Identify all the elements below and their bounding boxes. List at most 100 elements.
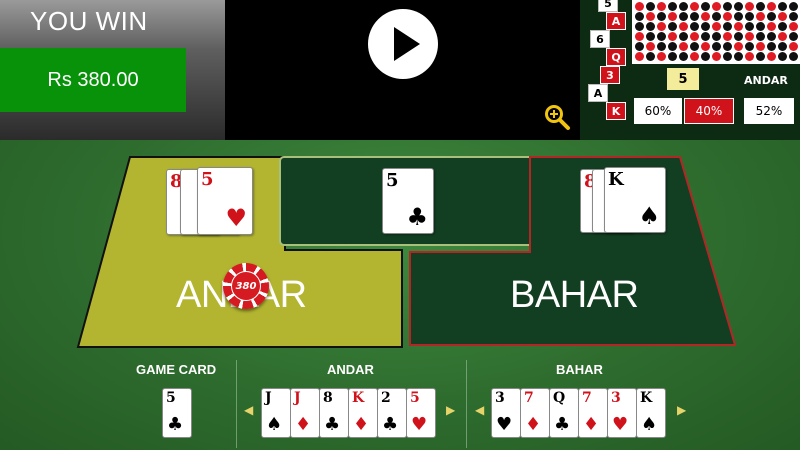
bead-dot	[789, 42, 798, 51]
bahar-percent: 40%	[684, 98, 734, 124]
bead-dot	[646, 12, 655, 21]
bead-dot	[789, 32, 798, 41]
bead-dot	[756, 42, 765, 51]
bead-dot	[734, 42, 743, 51]
bead-dot	[778, 42, 787, 51]
bead-dot	[789, 2, 798, 11]
bead-dot	[646, 32, 655, 41]
bead-dot	[690, 22, 699, 31]
bead-dot	[690, 42, 699, 51]
bead-dot	[756, 22, 765, 31]
bead-dot	[778, 32, 787, 41]
bead-dot	[690, 12, 699, 21]
bead-dot	[712, 2, 721, 11]
bead-dot	[690, 2, 699, 11]
bead-dot	[679, 22, 688, 31]
strip-card: 2 ♣	[377, 388, 407, 438]
bead-dot	[767, 12, 776, 21]
bead-dot	[646, 52, 655, 61]
bead-dot	[745, 2, 754, 11]
andar-scroll-right-icon[interactable]: ▶	[446, 403, 455, 417]
win-panel: YOU WIN Rs 380.00	[0, 0, 225, 140]
bet-chip: 380	[223, 263, 269, 309]
bead-dot	[767, 2, 776, 11]
bead-dot	[668, 12, 677, 21]
strip-card: 5 ♥	[406, 388, 436, 438]
bead-dot	[701, 22, 710, 31]
andar-percent: 60%	[634, 98, 682, 124]
history-card: 5	[598, 0, 618, 12]
bead-dot	[657, 12, 666, 21]
bead-dot	[745, 12, 754, 21]
bead-dot	[679, 42, 688, 51]
andar-stat-percent: 52%	[744, 98, 794, 124]
chip-value: 380	[231, 271, 261, 301]
bead-dot	[635, 22, 644, 31]
strip-card: 7 ♦	[578, 388, 608, 438]
history-card: Q	[606, 48, 626, 66]
bead-dot	[712, 42, 721, 51]
strip-card: J ♦	[290, 388, 320, 438]
bead-dot	[756, 2, 765, 11]
bead-dot	[701, 32, 710, 41]
bead-dot	[778, 52, 787, 61]
bead-dot	[679, 32, 688, 41]
bead-dot	[778, 2, 787, 11]
bead-dot	[734, 2, 743, 11]
bead-dot	[789, 52, 798, 61]
bead-dot	[789, 12, 798, 21]
bead-dot	[723, 2, 732, 11]
bead-dot	[789, 22, 798, 31]
win-title: YOU WIN	[30, 6, 148, 36]
bead-dot	[668, 32, 677, 41]
bead-dot	[635, 42, 644, 51]
bead-dot	[745, 52, 754, 61]
bahar-scroll-left-icon[interactable]: ◀	[475, 403, 484, 417]
bead-dot	[756, 52, 765, 61]
bead-dot	[635, 32, 644, 41]
bead-dot	[668, 22, 677, 31]
bead-dot	[635, 2, 644, 11]
bead-dot	[778, 22, 787, 31]
bead-dot	[723, 22, 732, 31]
game-card: 5 ♣	[382, 168, 434, 234]
bead-dot	[690, 52, 699, 61]
strip-card: K ♠	[636, 388, 666, 438]
play-icon[interactable]	[368, 9, 438, 79]
bead-dot	[756, 32, 765, 41]
bead-dot	[745, 42, 754, 51]
bead-dot	[679, 52, 688, 61]
history-card: A	[588, 84, 608, 102]
bead-dot	[745, 22, 754, 31]
zoom-in-icon[interactable]	[543, 103, 571, 131]
bead-dot	[712, 32, 721, 41]
bead-dot	[778, 12, 787, 21]
bead-dot	[734, 22, 743, 31]
bead-dot	[712, 12, 721, 21]
andar-header: ANDAR	[744, 74, 788, 87]
bead-dot	[712, 52, 721, 61]
bead-dot	[701, 42, 710, 51]
bead-dot	[668, 52, 677, 61]
bead-dot	[657, 32, 666, 41]
andar-top-card: 5 ♥	[197, 167, 253, 235]
history-card: 3	[600, 66, 620, 84]
bead-dot	[701, 2, 710, 11]
andar-scroll-left-icon[interactable]: ◀	[244, 403, 253, 417]
divider	[466, 360, 467, 448]
bead-dot	[767, 52, 776, 61]
bead-dot	[734, 12, 743, 21]
bead-dot	[723, 52, 732, 61]
bahar-scroll-right-icon[interactable]: ▶	[677, 403, 686, 417]
strip-card: 3 ♥	[491, 388, 521, 438]
bead-dot	[712, 22, 721, 31]
bead-dot	[646, 22, 655, 31]
strip-card: K ♦	[348, 388, 378, 438]
bahar-label: BAHAR	[510, 274, 639, 316]
bead-dot	[723, 12, 732, 21]
bead-dot	[756, 12, 765, 21]
bead-dot	[646, 42, 655, 51]
bead-dot	[668, 42, 677, 51]
bead-dot	[734, 32, 743, 41]
bead-dot	[635, 52, 644, 61]
